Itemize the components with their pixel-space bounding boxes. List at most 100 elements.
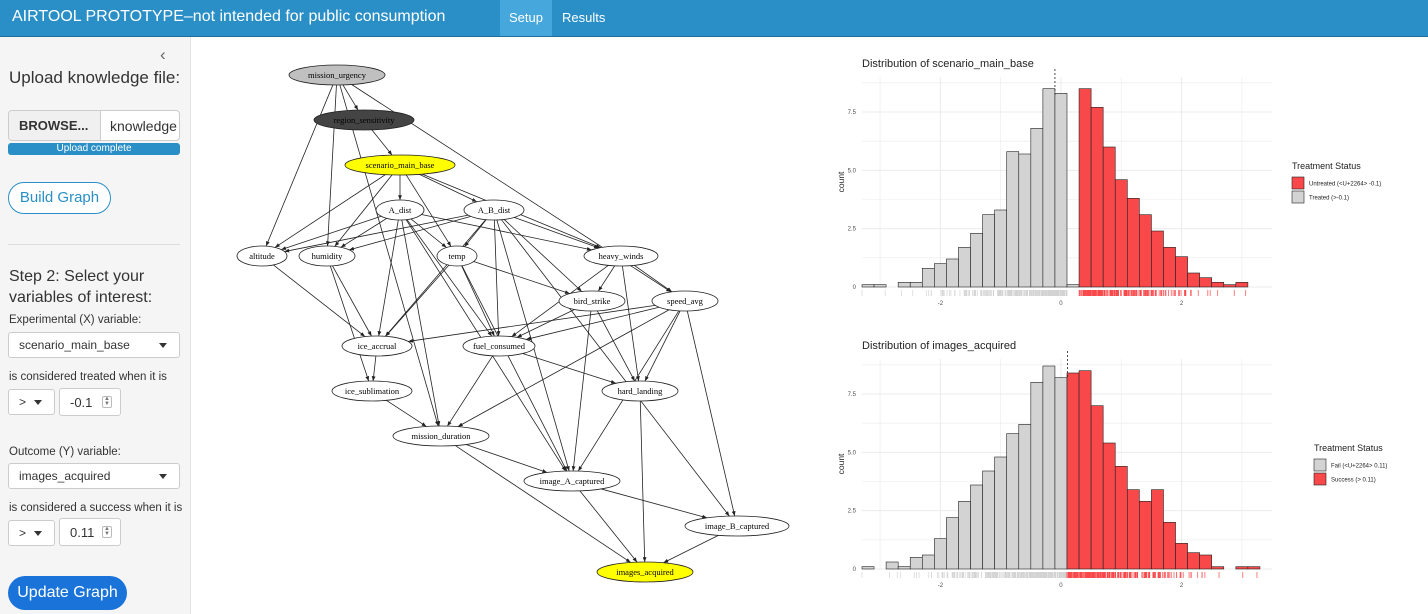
graph-node-label: fuel_consumed	[473, 341, 526, 351]
histogram-bar	[1102, 146, 1116, 288]
graph-node-A-dist[interactable]: A_dist	[375, 199, 425, 221]
upload-label: Upload knowledge file:	[9, 68, 181, 87]
graph-node-bird-strike[interactable]: bird_strike	[558, 290, 626, 312]
graph-node-ice-sublimation[interactable]: ice_sublimation	[331, 380, 413, 402]
legend-entry: Fail (<U+2264> 0.11)	[1331, 464, 1387, 470]
graph-node-images-acquired[interactable]: images_acquired	[596, 561, 694, 583]
histogram-bar	[1199, 277, 1213, 288]
update-graph-button[interactable]: Update Graph	[8, 576, 127, 610]
graph-node-mission-duration[interactable]: mission_duration	[392, 425, 490, 447]
legend-entry: Untreated (<U+2264> -0.1)	[1309, 182, 1381, 188]
success-operator-select[interactable]: >	[8, 520, 55, 546]
file-name-field[interactable]: knowledge	[110, 118, 177, 134]
y-tick-label: 5.0	[848, 450, 857, 456]
graph-node-humidity[interactable]: humidity	[298, 245, 356, 267]
step2-title: Step 2: Select your variables of interes…	[9, 268, 153, 306]
treated-operator-select[interactable]: >	[8, 389, 55, 415]
histogram-bar	[1030, 128, 1044, 288]
histogram-bar	[946, 258, 959, 288]
histogram-bar	[1042, 88, 1056, 288]
histogram-bar	[934, 538, 947, 570]
tab-results[interactable]: Results	[553, 0, 614, 36]
app-title: AIRTOOL PROTOTYPE–not intended for publi…	[12, 8, 446, 25]
build-graph-button[interactable]: Build Graph	[8, 182, 111, 214]
y-variable-select[interactable]: images_acquired	[8, 463, 180, 489]
graph-node-altitude[interactable]: altitude	[236, 245, 288, 267]
y-tick-label: 2.5	[848, 227, 857, 233]
histogram-bar	[885, 561, 899, 570]
treated-threshold-input[interactable]: -0.1 ▲ ▼	[59, 388, 121, 416]
legend-swatch	[1313, 458, 1327, 472]
histogram-bar	[958, 247, 971, 288]
graph-edge	[597, 265, 615, 292]
histogram-bar	[1114, 466, 1128, 570]
legend-swatch	[1291, 176, 1305, 190]
histogram-bar	[1054, 377, 1068, 570]
histogram-bar	[1054, 93, 1068, 288]
graph-node-fuel-consumed[interactable]: fuel_consumed	[462, 335, 536, 357]
x-variable-label: Experimental (X) variable:	[9, 314, 142, 326]
graph-edge	[639, 400, 647, 563]
histogram-bar	[1126, 489, 1140, 570]
graph-node-temp[interactable]: temp	[436, 245, 478, 267]
browse-button[interactable]: BROWSE...	[9, 111, 101, 140]
divider	[8, 244, 180, 245]
histogram-bar	[1163, 247, 1176, 288]
graph-node-speed-avg[interactable]: speed_avg	[651, 290, 719, 312]
y-variable-label: Outcome (Y) variable:	[9, 446, 121, 458]
graph-node-label: altitude	[249, 251, 275, 261]
graph-edge	[419, 173, 478, 203]
graph-node-heavy-winds[interactable]: heavy_winds	[583, 245, 659, 267]
x-tick-label: 2	[1180, 301, 1184, 307]
graph-node-label: A_dist	[389, 205, 412, 215]
histogram-bar	[958, 501, 971, 570]
x-tick-label: -2	[938, 583, 944, 589]
stepper-icon[interactable]: ▲ ▼	[102, 526, 112, 538]
graph-node-image-A-captured[interactable]: image_A_captured	[523, 470, 621, 492]
stepper-icon[interactable]: ▲ ▼	[102, 396, 112, 408]
histogram-bar	[1247, 566, 1261, 570]
graph-edge	[447, 355, 493, 427]
graph-edge	[579, 490, 638, 563]
navbar: AIRTOOL PROTOTYPE–not intended for publi…	[0, 0, 1428, 37]
histogram-bar	[934, 263, 947, 288]
y-axis-label: count	[836, 453, 846, 474]
graph-node-label: images_acquired	[616, 567, 674, 577]
graph-edge	[332, 265, 372, 337]
upload-progress-bar: Upload complete	[8, 143, 180, 155]
histogram-bar	[861, 566, 875, 570]
histogram-bar	[1187, 552, 1200, 570]
histogram-bar	[1090, 405, 1104, 570]
chevron-down-icon	[159, 474, 167, 479]
graph-node-ice-accrual[interactable]: ice_accrual	[341, 335, 413, 357]
causal-graph: mission_urgency region_sensitivityscenari…	[236, 64, 790, 583]
y-tick-label: 0	[853, 285, 857, 291]
chevron-down-icon	[34, 400, 42, 405]
graph-edge	[329, 265, 370, 382]
histogram-bar	[909, 557, 923, 570]
graph-node-hard-landing[interactable]: hard_landing	[601, 380, 679, 402]
y-tick-label: 0	[853, 567, 857, 573]
collapse-sidebar-icon[interactable]: ‹	[160, 45, 166, 65]
graph-edge	[571, 310, 592, 472]
success-threshold-value: 0.11	[70, 525, 95, 540]
graph-edge	[265, 84, 334, 247]
graph-edge	[385, 219, 487, 337]
x-variable-select[interactable]: scenario_main_base	[8, 332, 180, 358]
graph-node-label: mission_urgency	[308, 70, 367, 80]
graph-node-label: image_A_captured	[540, 476, 605, 486]
histogram-bar	[909, 282, 923, 288]
x-tick-label: 2	[1180, 583, 1184, 589]
graph-node-A-B-dist[interactable]: A_B_dist	[463, 199, 525, 221]
graph-node-scenario-main-base[interactable]: scenario_main_base	[344, 154, 456, 176]
file-upload-group: BROWSE... knowledge	[8, 110, 180, 141]
graph-node-label: temp	[449, 251, 466, 261]
graph-node-label: A_B_dist	[478, 205, 511, 215]
graph-node-image-B-captured[interactable]: image_B_captured	[684, 515, 790, 537]
histogram-bar	[1102, 442, 1116, 570]
legend-swatch	[1291, 190, 1305, 204]
success-threshold-input[interactable]: 0.11 ▲ ▼	[59, 518, 121, 546]
tab-setup[interactable]: Setup	[500, 0, 552, 36]
graph-node-mission-urgency[interactable]: mission_urgency	[288, 64, 386, 86]
graph-node-region-sensitivity[interactable]: region_sensitivity	[313, 109, 415, 131]
